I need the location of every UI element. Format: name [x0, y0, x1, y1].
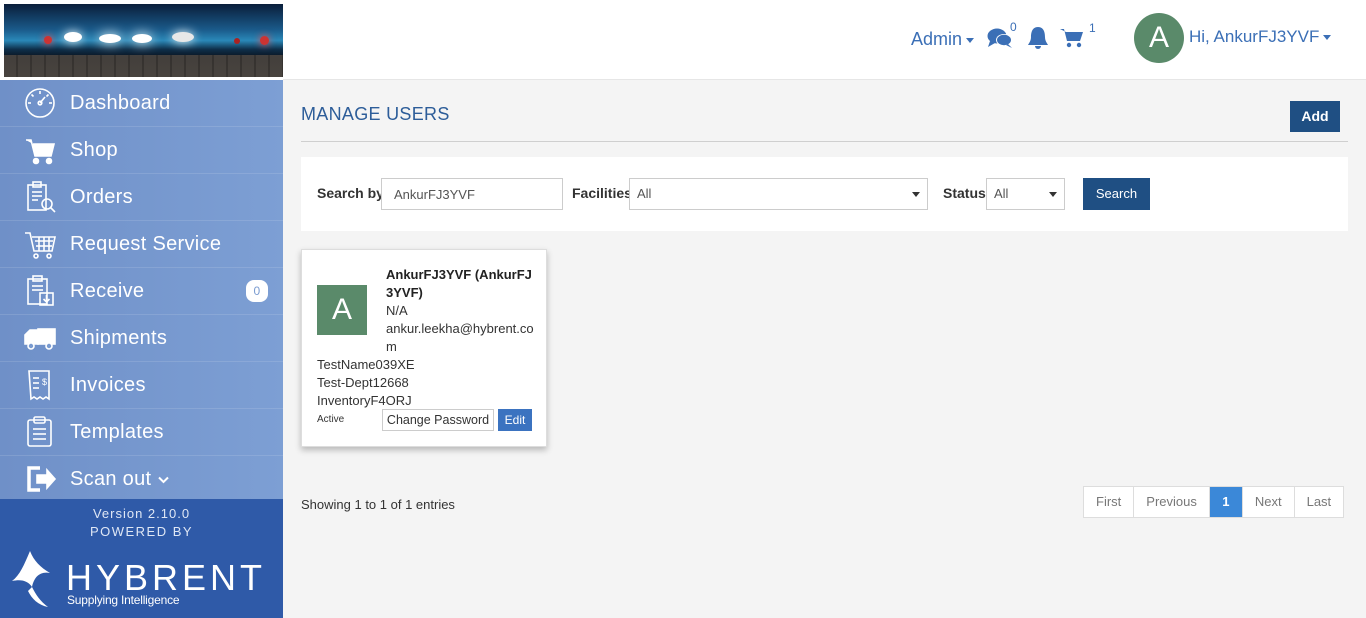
sidebar-item-label: Receive [70, 279, 145, 302]
svg-text:$: $ [42, 377, 47, 387]
scan-out-icon [22, 461, 58, 497]
user-menu[interactable]: Hi, AnkurFJ3YVF [1189, 27, 1332, 47]
sidebar-item-label: Dashboard [70, 91, 171, 114]
status-label: Status [943, 185, 986, 201]
dropdown-arrow-icon [1049, 192, 1057, 197]
user-status-text: Active [317, 414, 345, 425]
user-card-name: AnkurFJ3YVF (AnkurFJ3YVF) [386, 267, 532, 300]
status-selected-value: All [994, 186, 1009, 201]
sidebar-item-shipments[interactable]: Shipments [0, 315, 283, 362]
chevron-down-icon [158, 467, 170, 490]
sidebar-item-receive[interactable]: Receive 0 [0, 268, 283, 315]
request-service-icon [22, 226, 58, 262]
sidebar-item-request-service[interactable]: Request Service [0, 221, 283, 268]
change-password-button[interactable]: Change Password [382, 409, 494, 431]
brand-tagline: Supplying Intelligence [67, 593, 180, 607]
search-button[interactable]: Search [1083, 178, 1150, 210]
messages-count: 0 [1010, 20, 1017, 34]
sidebar-item-label: Templates [70, 420, 164, 443]
search-panel: Search by Facilities All Status All Sear… [301, 157, 1348, 231]
dropdown-arrow-icon [912, 192, 920, 197]
user-card-email: ankur.leekha@hybrent.com [386, 321, 534, 354]
user-card: A AnkurFJ3YVF (AnkurFJ3YVF) N/A ankur.le… [301, 249, 547, 447]
entries-info: Showing 1 to 1 of 1 entries [301, 497, 455, 512]
sidebar-item-label: Scan out [70, 467, 152, 490]
cart-icon [22, 132, 58, 168]
bell-icon[interactable] [1027, 25, 1049, 55]
top-bar: Admin 0 1 A Hi, AnkurFJ3YVF [283, 0, 1366, 80]
receive-count-badge: 0 [246, 280, 268, 302]
sidebar-item-orders[interactable]: Orders [0, 174, 283, 221]
user-greeting-label: Hi, AnkurFJ3YVF [1189, 27, 1320, 46]
title-divider [301, 141, 1348, 142]
sidebar-item-label: Request Service [70, 232, 222, 255]
status-select[interactable]: All [986, 178, 1065, 210]
receive-icon [22, 273, 58, 309]
facilities-label: Facilities [572, 185, 632, 201]
user-card-phone: N/A [386, 303, 408, 318]
user-card-department: Test-Dept12668 [317, 375, 409, 390]
dashboard-icon [22, 85, 58, 121]
sidebar-footer: Version 2.10.0 POWERED BY HYBRENT Supply… [0, 499, 283, 618]
hybrent-logo-icon [12, 551, 50, 607]
sidebar-item-invoices[interactable]: $ Invoices [0, 362, 283, 409]
sidebar-item-shop[interactable]: Shop [0, 127, 283, 174]
sidebar-item-scan-out[interactable]: Scan out [0, 456, 283, 503]
sidebar-item-label: Orders [70, 185, 133, 208]
orders-icon [22, 179, 58, 215]
company-logo-banner[interactable] [4, 4, 283, 77]
user-card-facility: TestName039XE [317, 357, 415, 372]
facilities-select[interactable]: All [629, 178, 928, 210]
pagination-next[interactable]: Next [1243, 487, 1295, 517]
pagination-first[interactable]: First [1084, 487, 1135, 517]
add-user-button[interactable]: Add [1290, 101, 1340, 132]
main-content: MANAGE USERS Add Search by Facilities Al… [283, 81, 1366, 618]
powered-by-label: POWERED BY [89, 524, 194, 539]
invoice-icon: $ [22, 367, 58, 403]
pagination-page-current[interactable]: 1 [1209, 487, 1243, 517]
pagination: First Previous 1 Next Last [1083, 486, 1345, 518]
truck-icon [22, 320, 58, 356]
sidebar: Dashboard Shop Orders Request Service Re… [0, 0, 283, 618]
user-card-inventory: InventoryF4ORJ [317, 393, 412, 408]
user-avatar[interactable]: A [1134, 13, 1184, 63]
admin-menu-label: Admin [911, 29, 963, 49]
admin-menu[interactable]: Admin [911, 29, 975, 50]
pagination-last[interactable]: Last [1295, 487, 1344, 517]
search-by-label: Search by [317, 185, 384, 201]
sidebar-item-label: Invoices [70, 373, 146, 396]
sidebar-item-templates[interactable]: Templates [0, 409, 283, 456]
sidebar-nav: Dashboard Shop Orders Request Service Re… [0, 80, 283, 503]
caret-down-icon [1323, 35, 1332, 41]
user-card-avatar: A [317, 285, 367, 335]
page-title: MANAGE USERS [301, 104, 450, 124]
sidebar-item-dashboard[interactable]: Dashboard [0, 80, 283, 127]
app-version: Version 2.10.0 [92, 506, 191, 521]
pagination-previous[interactable]: Previous [1134, 487, 1210, 517]
facilities-selected-value: All [637, 186, 652, 201]
edit-user-button[interactable]: Edit [498, 409, 532, 431]
cart-count: 1 [1089, 21, 1096, 35]
cart-icon[interactable] [1060, 27, 1084, 54]
sidebar-item-label: Shipments [70, 326, 168, 349]
sidebar-item-label: Shop [70, 138, 118, 161]
templates-icon [22, 414, 58, 450]
caret-down-icon [966, 37, 975, 43]
search-input[interactable] [381, 178, 563, 210]
